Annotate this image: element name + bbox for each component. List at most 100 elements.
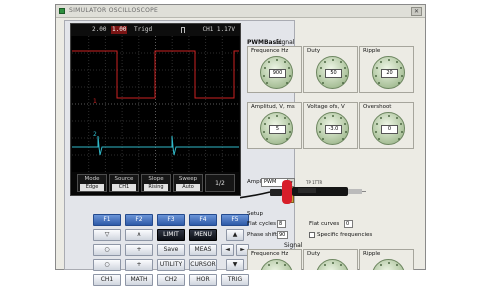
signal-generator-panel: PWMBasic Signal Frequence Hz 900 Duty 50… — [188, 20, 426, 270]
signal-tab-bottom[interactable]: Signal — [284, 242, 302, 249]
amplitude-value[interactable]: 5 — [269, 125, 286, 134]
duty-value[interactable]: 50 — [325, 69, 342, 78]
knob-tick — [286, 82, 288, 84]
ch1-scale: 2.00 — [91, 26, 107, 34]
knob-tick — [345, 131, 347, 133]
ch2-scale: 1.00 — [111, 26, 127, 34]
softkey-mode-value: Edge — [80, 184, 104, 191]
circle-button-1[interactable]: ○ — [93, 244, 121, 256]
duty-knob-2[interactable]: 50 — [316, 259, 349, 270]
knob-tick — [289, 131, 291, 133]
voltage-offset-value[interactable]: -3.0 — [325, 125, 342, 134]
softkey-mode-label: Mode — [78, 176, 106, 182]
duty-label: Duty — [307, 48, 320, 54]
ripple-group: Ripple 20 — [359, 46, 414, 93]
ch1-button[interactable]: CH1 — [93, 274, 121, 286]
knob-tick — [375, 131, 377, 133]
frequency-label-2: Frequence Hz — [251, 251, 288, 257]
f1-button[interactable]: F1 — [93, 214, 121, 226]
setup-section: Setup Flat cycles 8 Flat curves 0 Phase … — [247, 211, 362, 241]
knob-tick — [400, 67, 402, 69]
softkey-source-value: CH1 — [112, 184, 136, 191]
duty-knob[interactable]: 50 — [316, 56, 349, 89]
title-bar: SIMULATOR OSCILLOSCOPE ✕ — [56, 5, 425, 18]
probe-illustration: TP 1TTR — [240, 167, 366, 213]
specific-frequencies-label: Specific frequencies — [317, 232, 372, 238]
flat-curves-input[interactable]: 0 — [344, 220, 353, 228]
ch2-button[interactable]: CH2 — [157, 274, 185, 286]
hor-button[interactable]: HOR — [189, 274, 217, 286]
knob-tick — [288, 123, 290, 125]
app-window: SIMULATOR OSCILLOSCOPE ✕ 2.00 1.00 Trigd… — [55, 4, 426, 270]
knob-tick — [319, 131, 321, 133]
math-button[interactable]: MATH — [125, 274, 153, 286]
overshoot-group: Overshoot 0 — [359, 102, 414, 149]
voltage-offset-group: Voltage ofs, V -3.0 — [303, 102, 358, 149]
softkey-mode[interactable]: Mode Edge — [77, 174, 107, 192]
up-arrow-button[interactable]: ∧ — [125, 229, 153, 241]
close-button[interactable]: ✕ — [411, 7, 422, 16]
window-title: SIMULATOR OSCILLOSCOPE — [69, 7, 158, 14]
specific-frequencies-checkbox[interactable] — [309, 232, 315, 238]
circle-button-2[interactable]: ○ — [93, 259, 121, 271]
knob-tick — [398, 82, 400, 84]
frequency-value[interactable]: 900 — [269, 69, 286, 78]
frequency-knob[interactable]: 900 — [260, 56, 293, 89]
softkey-source[interactable]: Source CH1 — [109, 174, 139, 192]
down-arrow-button[interactable]: ▽ — [93, 229, 121, 241]
knob-tick — [263, 131, 265, 133]
softkey-slope[interactable]: Slope Rising — [141, 174, 171, 192]
overshoot-value[interactable]: 0 — [381, 125, 398, 134]
plus-button-1[interactable]: + — [125, 244, 153, 256]
knob-tick — [264, 123, 266, 125]
knob-tick — [268, 117, 270, 119]
knob-tick — [396, 264, 398, 266]
knob-tick — [263, 75, 265, 77]
signal-tab-top[interactable]: Signal — [276, 39, 294, 46]
knob-tick — [380, 61, 382, 63]
phase-shift-label: Phase shift — [247, 232, 277, 238]
amplitude-knob[interactable]: 5 — [260, 112, 293, 145]
knob-tick — [401, 75, 403, 77]
knob-tick — [342, 82, 344, 84]
knob-tick — [340, 61, 342, 63]
overshoot-label: Overshoot — [363, 104, 391, 110]
ripple-2-knob[interactable]: 20 — [372, 259, 405, 270]
knob-tick — [288, 67, 290, 69]
knob-tick — [342, 138, 344, 140]
knob-tick — [380, 264, 382, 266]
overshoot-knob[interactable]: 0 — [372, 112, 405, 145]
plus-button-2[interactable]: + — [125, 259, 153, 271]
frequency-knob-2[interactable]: 900 — [260, 259, 293, 270]
ripple-value[interactable]: 20 — [381, 69, 398, 78]
flat-cycles-input[interactable]: 8 — [277, 220, 286, 228]
ch2-marker: 2 — [93, 131, 97, 138]
softkey-slope-value: Rising — [144, 184, 168, 191]
amplitude-label: Amplitud, V, ms — [251, 104, 295, 110]
f2-button[interactable]: F2 — [125, 214, 153, 226]
trig-button[interactable]: TRIG — [221, 274, 249, 286]
knob-tick — [332, 59, 334, 61]
setup-title: Setup — [247, 211, 263, 217]
f3-button[interactable]: F3 — [157, 214, 185, 226]
softkey-source-label: Source — [110, 176, 138, 182]
phase-shift-input[interactable]: 90 — [277, 231, 288, 239]
voltage-offset-knob[interactable]: -3.0 — [316, 112, 349, 145]
knob-tick — [266, 138, 268, 140]
knob-tick — [284, 264, 286, 266]
knob-tick — [332, 262, 334, 264]
knob-tick — [276, 59, 278, 61]
ripple-label: Ripple — [363, 48, 380, 54]
amplitude-group: Amplitud, V, ms 5 — [247, 102, 302, 149]
knob-tick — [401, 131, 403, 133]
knob-tick — [322, 82, 324, 84]
knob-tick — [324, 61, 326, 63]
knob-tick — [320, 123, 322, 125]
ripple-knob[interactable]: 20 — [372, 56, 405, 89]
limit-button[interactable]: LIMIT — [157, 229, 185, 241]
save-button[interactable]: Save — [157, 244, 185, 256]
knob-tick — [286, 138, 288, 140]
utility-button[interactable]: UTILITY — [157, 259, 185, 271]
app-icon — [59, 8, 65, 14]
knob-tick — [284, 61, 286, 63]
